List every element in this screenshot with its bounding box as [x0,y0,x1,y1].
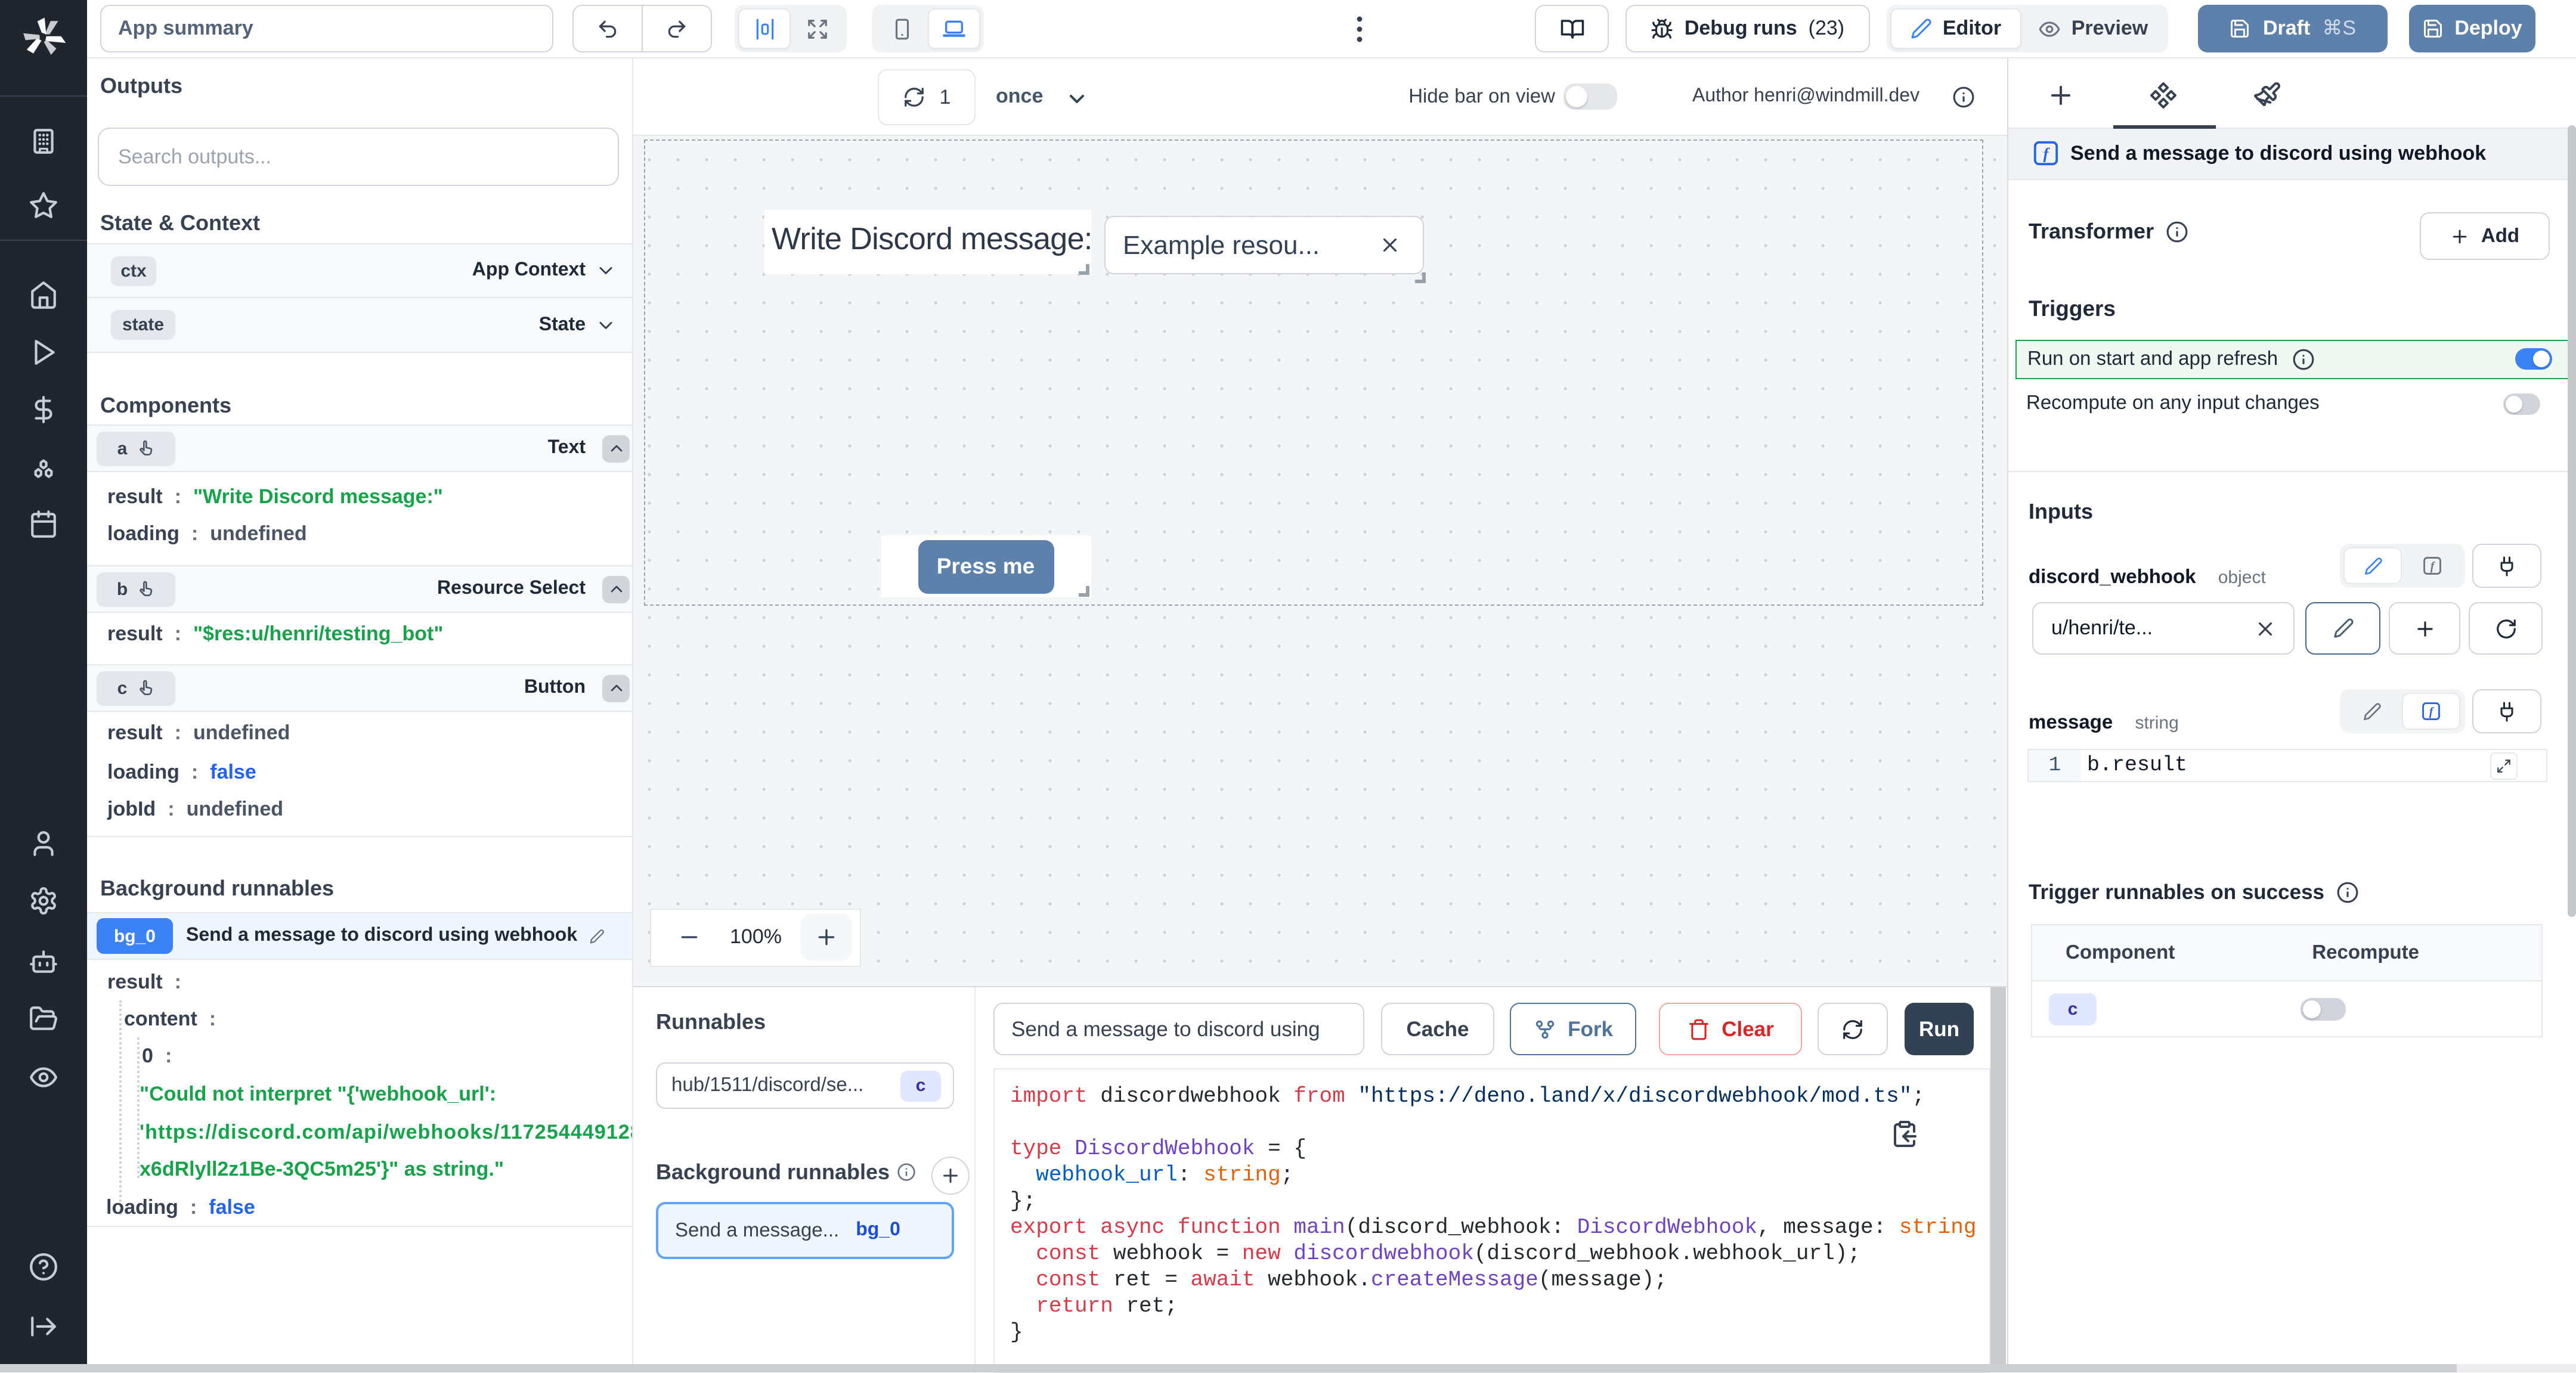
svg-text:f: f [2044,145,2051,163]
svg-text:f: f [2431,560,2436,573]
svg-text:f: f [2429,705,2435,718]
